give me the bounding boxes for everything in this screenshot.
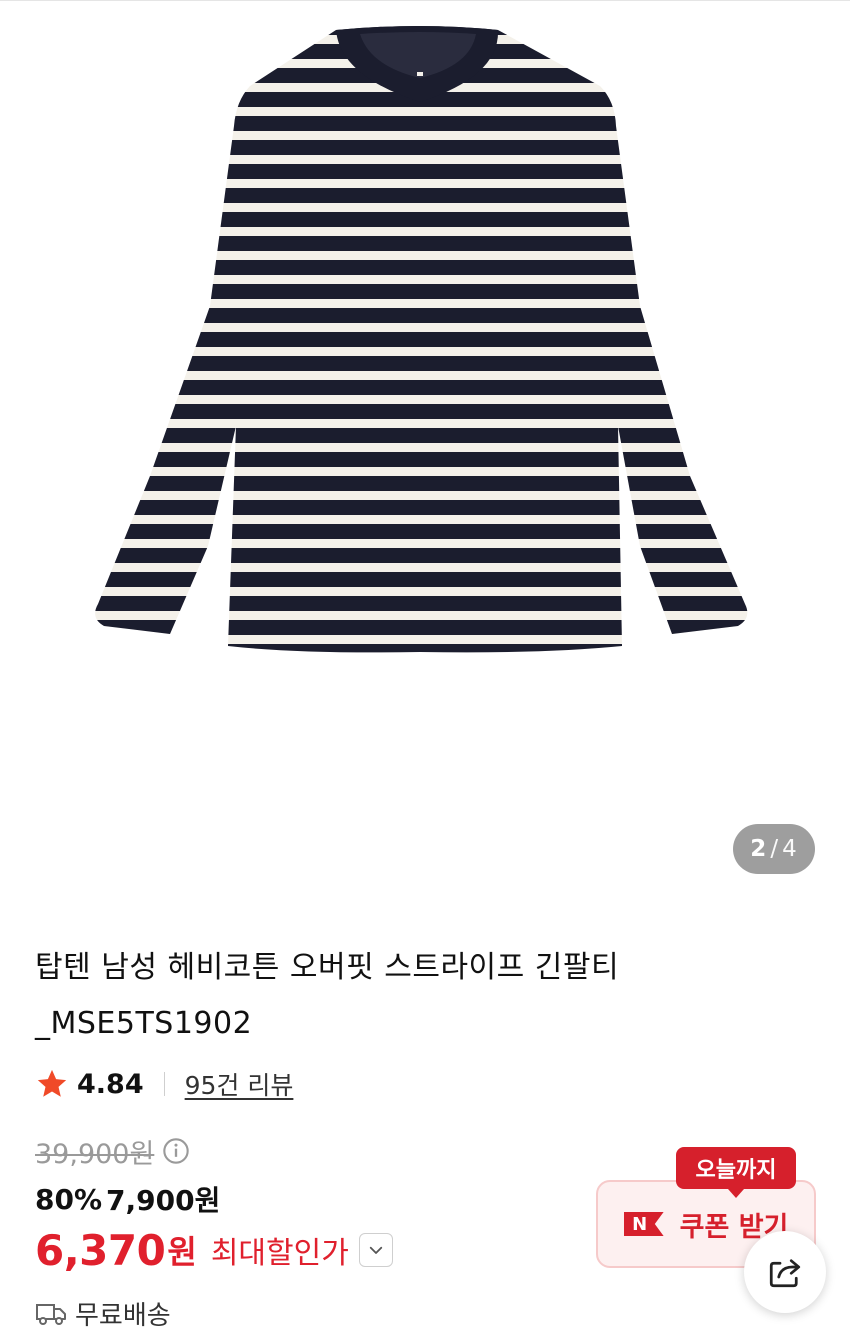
shirt-stripe: [95, 188, 748, 203]
shirt-stripe: [95, 140, 748, 155]
discount-detail-toggle[interactable]: [358, 1233, 393, 1267]
share-icon: [769, 1259, 801, 1288]
current-page: 2: [750, 836, 768, 862]
chevron-down-icon: [369, 1246, 382, 1254]
shirt-stripe: [95, 620, 748, 635]
discount-percent: 80%: [35, 1182, 103, 1216]
shirt-stripe: [95, 260, 748, 275]
shirt-stripe: [95, 380, 748, 395]
review-count-link[interactable]: 95건 리뷰: [185, 1066, 294, 1102]
rating-row: 4.84 95건 리뷰: [35, 1064, 293, 1104]
shirt-stripe: [95, 404, 748, 419]
max-discount-price: 6,370: [35, 1225, 166, 1275]
shirt-stripe: [95, 644, 748, 653]
shirt-stripe: [95, 524, 748, 539]
shirt-stripe: [95, 548, 748, 563]
product-title: 탑텐 남성 헤비코튼 오버핏 스트라이프 긴팔티_MSE5TS1902: [35, 950, 620, 1041]
shirt-stripe: [95, 476, 748, 491]
free-shipping-label: 무료배송: [75, 1300, 171, 1331]
shirt-stripe: [95, 596, 748, 611]
image-page-indicator: 2 / 4: [733, 824, 815, 874]
shirt-stripe: [95, 572, 748, 587]
shirt-stripe: [95, 212, 748, 227]
price-unit: 원: [167, 1233, 197, 1271]
total-pages: 4: [782, 836, 798, 862]
shirt-stripe: [95, 452, 748, 467]
page-separator: /: [770, 836, 780, 862]
rating-score: 4.84: [77, 1068, 144, 1100]
truck-icon: [36, 1304, 66, 1325]
sale-price-row: 80% 7,900원: [35, 1180, 220, 1218]
product-image: [95, 26, 748, 653]
shirt-stripe: [95, 116, 748, 131]
original-price-row: 39,900원: [35, 1132, 190, 1170]
coupon-today-badge: 오늘까지: [676, 1147, 796, 1198]
naver-n-icon: N: [623, 1212, 664, 1236]
sale-price: 7,900원: [106, 1184, 221, 1217]
shirt-stripe: [95, 284, 748, 299]
shirt-stripe: [95, 164, 748, 179]
max-discount-label: 최대할인가: [210, 1236, 349, 1271]
shirt-stripe: [95, 308, 748, 323]
shirt-stripe: [95, 236, 748, 251]
info-icon[interactable]: [162, 1137, 190, 1165]
shipping-info: 무료배송: [35, 1295, 171, 1331]
shirt-stripe: [95, 428, 748, 443]
max-discount-row: 6,370 원 최대할인가: [35, 1222, 393, 1278]
share-button[interactable]: [744, 1231, 826, 1313]
rating-divider: [163, 1072, 165, 1096]
product-image-gallery[interactable]: 2 / 4: [0, 6, 850, 890]
shirt-stripe: [95, 356, 748, 371]
star-icon: [37, 1069, 67, 1097]
original-price: 39,900원: [35, 1138, 155, 1170]
shirt-stripe: [95, 500, 748, 515]
shirt-stripe: [95, 332, 748, 347]
